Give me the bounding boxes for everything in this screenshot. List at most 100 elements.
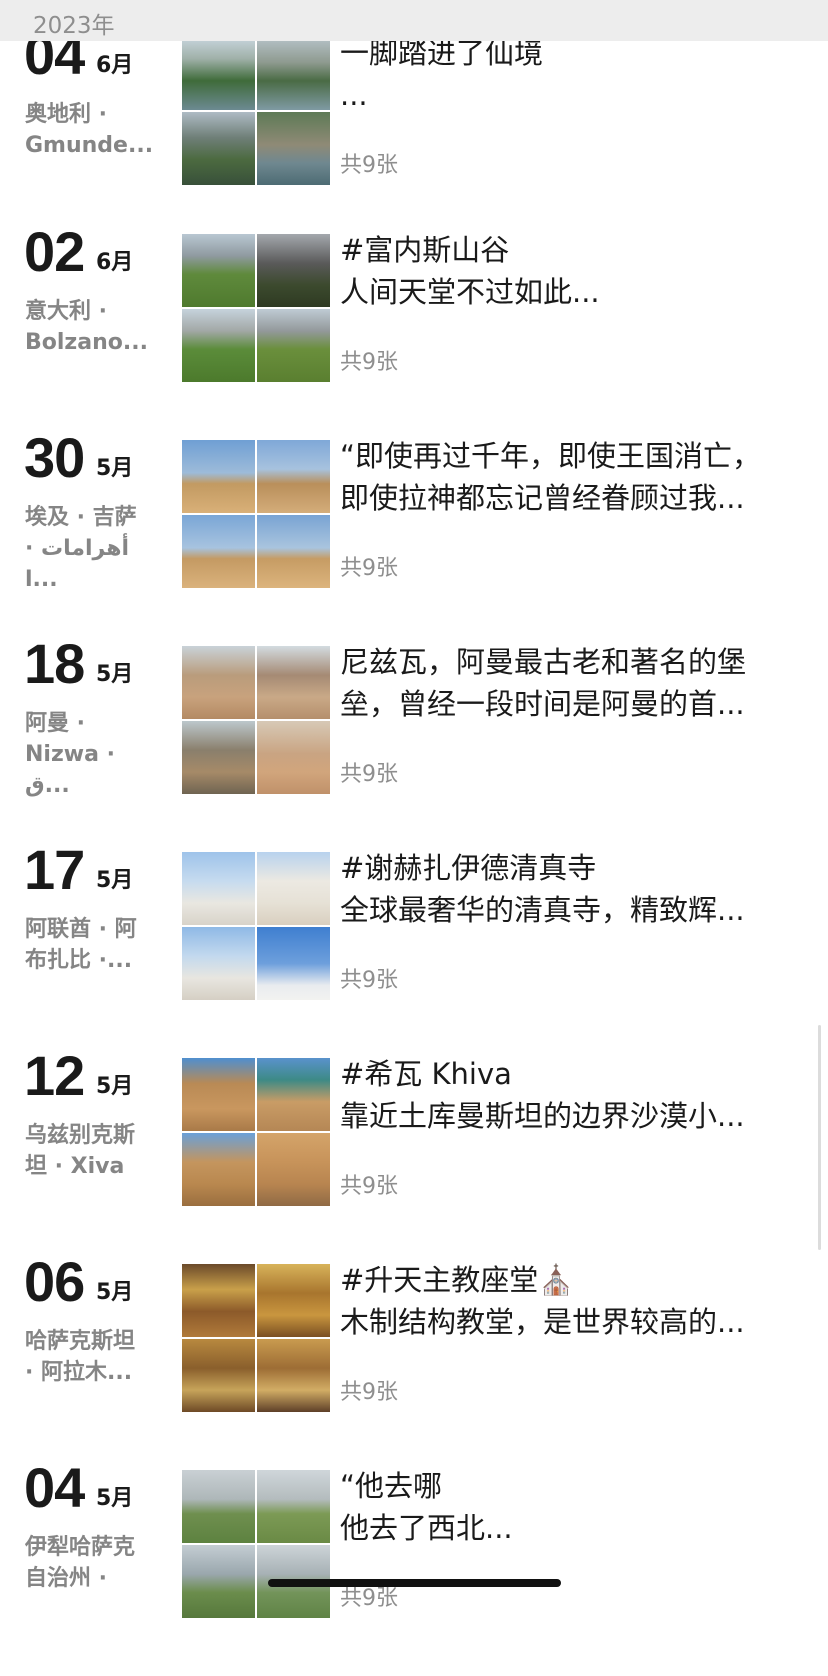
entry-caption[interactable]: #希瓦 Khiva 靠近土库曼斯坦的边界沙漠小...: [340, 1053, 800, 1137]
entry-caption[interactable]: #谢赫扎伊德清真寺 全球最奢华的清真寺，精致辉...: [340, 847, 800, 931]
caption-line: 靠近土库曼斯坦的边界沙漠小...: [340, 1099, 745, 1133]
entry-month: 5月: [96, 868, 134, 893]
photo-thumbnail[interactable]: [257, 234, 330, 307]
photo-thumbnail[interactable]: [257, 927, 330, 1000]
photo-thumbnail[interactable]: [182, 721, 255, 794]
photo-thumbnail[interactable]: [182, 234, 255, 307]
entry-month: 6月: [96, 53, 134, 78]
photo-thumbnail[interactable]: [257, 646, 330, 719]
home-indicator[interactable]: [268, 1579, 561, 1587]
photo-thumbnail[interactable]: [182, 1133, 255, 1206]
photo-thumbnail[interactable]: [182, 1470, 255, 1543]
photo-thumbnail[interactable]: [257, 1339, 330, 1412]
caption-line: 全球最奢华的清真寺，精致辉...: [340, 893, 745, 927]
entry-location: 乌兹别克斯 坦 · Xiva: [25, 1123, 136, 1179]
photo-thumbnail[interactable]: [257, 1470, 330, 1543]
entry-caption[interactable]: 一脚踏进了仙境 ...: [340, 32, 800, 116]
photo-count: 共9张: [340, 350, 398, 375]
photo-thumbnail[interactable]: [182, 852, 255, 925]
photo-grid[interactable]: [182, 852, 332, 1002]
caption-line: 尼兹瓦，阿曼最古老和著名的堡: [340, 645, 747, 679]
entry-day: 02: [24, 220, 85, 283]
photo-grid[interactable]: [182, 234, 332, 384]
photo-thumbnail[interactable]: [182, 927, 255, 1000]
moment-entry[interactable]: 12 5月 乌兹别克斯 坦 · Xiva #希瓦 Khiva 靠近土库曼斯坦的边…: [0, 1048, 828, 1264]
photo-thumbnail[interactable]: [182, 646, 255, 719]
caption-line: “即使再过千年，即使王国消亡，: [340, 439, 762, 473]
entry-day: 17: [24, 838, 85, 901]
photo-count: 共9张: [340, 1380, 398, 1405]
caption-line: #富内斯山谷: [340, 233, 510, 267]
entry-caption[interactable]: 尼兹瓦，阿曼最古老和著名的堡 垒，曾经一段时间是阿曼的首...: [340, 641, 800, 725]
entry-day: 12: [24, 1044, 85, 1107]
moment-entry[interactable]: 06 5月 哈萨克斯坦 · 阿拉木... #升天主教座堂⛪ 木制结构教堂，是世界…: [0, 1254, 828, 1470]
entry-location: 伊犁哈萨克 自治州 ·: [25, 1535, 136, 1591]
entry-caption[interactable]: “他去哪 他去了西北...: [340, 1465, 800, 1549]
entry-caption[interactable]: “即使再过千年，即使王国消亡， 即使拉神都忘记曾经眷顾过我...: [340, 435, 800, 519]
caption-line: 他去了西北...: [340, 1511, 513, 1545]
caption-line: #升天主教座堂⛪: [340, 1263, 575, 1297]
photo-thumbnail[interactable]: [257, 1133, 330, 1206]
entry-location: 哈萨克斯坦 · 阿拉木...: [25, 1329, 136, 1385]
photo-count: 共9张: [340, 556, 398, 581]
entry-caption[interactable]: #升天主教座堂⛪ 木制结构教堂，是世界较高的...: [340, 1259, 800, 1343]
photo-thumbnail[interactable]: [257, 112, 330, 185]
photo-thumbnail[interactable]: [257, 37, 330, 110]
entry-month: 5月: [96, 1280, 134, 1305]
caption-line: #希瓦 Khiva: [340, 1057, 512, 1091]
photo-thumbnail[interactable]: [182, 440, 255, 513]
photo-grid[interactable]: [182, 1058, 332, 1208]
photo-thumbnail[interactable]: [257, 440, 330, 513]
caption-line: #谢赫扎伊德清真寺: [340, 851, 597, 885]
photo-grid[interactable]: [182, 1264, 332, 1414]
photo-thumbnail[interactable]: [182, 1339, 255, 1412]
photo-grid[interactable]: [182, 646, 332, 796]
moment-entry[interactable]: 04 5月 伊犁哈萨克 自治州 · “他去哪 他去了西北... 共9张: [0, 1460, 828, 1676]
photo-thumbnail[interactable]: [182, 1058, 255, 1131]
photo-thumbnail[interactable]: [257, 1264, 330, 1337]
caption-line: 木制结构教堂，是世界较高的...: [340, 1305, 745, 1339]
moment-entry[interactable]: 04 6月 奥地利 · Gmunde... 一脚踏进了仙境 ... 共9张: [0, 27, 828, 243]
moment-entry[interactable]: 17 5月 阿联酋 · 阿 布扎比 ·... #谢赫扎伊德清真寺 全球最奢华的清…: [0, 842, 828, 1058]
photo-thumbnail[interactable]: [182, 515, 255, 588]
caption-line: “他去哪: [340, 1469, 443, 1503]
entry-month: 5月: [96, 1486, 134, 1511]
year-header: 2023年: [0, 0, 828, 41]
photo-grid[interactable]: [182, 37, 332, 187]
entry-location: 阿曼 · Nizwa · ق...: [25, 711, 115, 798]
photo-thumbnail[interactable]: [257, 721, 330, 794]
entry-month: 6月: [96, 250, 134, 275]
photo-thumbnail[interactable]: [257, 1058, 330, 1131]
photo-count: 共9张: [340, 762, 398, 787]
entry-caption[interactable]: #富内斯山谷 人间天堂不过如此...: [340, 229, 800, 313]
entry-location: 阿联酋 · 阿 布扎比 ·...: [25, 917, 137, 973]
moment-entry[interactable]: 18 5月 阿曼 · Nizwa · ق... 尼兹瓦，阿曼最古老和著名的堡 垒…: [0, 636, 828, 852]
photo-thumbnail[interactable]: [182, 112, 255, 185]
entry-month: 5月: [96, 1074, 134, 1099]
entry-month: 5月: [96, 456, 134, 481]
photo-thumbnail[interactable]: [257, 515, 330, 588]
photo-thumbnail[interactable]: [257, 309, 330, 382]
caption-line: ...: [340, 78, 368, 112]
photo-thumbnail[interactable]: [182, 1545, 255, 1618]
entry-location: 意大利 · Bolzano...: [25, 299, 148, 355]
photo-grid[interactable]: [182, 1470, 332, 1620]
caption-line: 垒，曾经一段时间是阿曼的首...: [340, 687, 745, 721]
caption-line: 人间天堂不过如此...: [340, 275, 600, 309]
photo-count: 共9张: [340, 968, 398, 993]
entry-location: 埃及 · 吉萨 · أهرامات ا...: [25, 505, 137, 592]
moment-entry[interactable]: 02 6月 意大利 · Bolzano... #富内斯山谷 人间天堂不过如此..…: [0, 224, 828, 440]
moment-entry[interactable]: 30 5月 埃及 · 吉萨 · أهرامات ا... “即使再过千年，即使王…: [0, 430, 828, 646]
entry-day: 18: [24, 632, 85, 695]
photo-count: 共9张: [340, 153, 398, 178]
entry-day: 30: [24, 426, 85, 489]
photo-thumbnail[interactable]: [182, 1264, 255, 1337]
scroll-indicator[interactable]: [818, 1025, 821, 1250]
caption-line: 即使拉神都忘记曾经眷顾过我...: [340, 481, 745, 515]
photo-thumbnail[interactable]: [182, 309, 255, 382]
year-label: 2023年: [33, 13, 115, 39]
entry-month: 5月: [96, 662, 134, 687]
photo-thumbnail[interactable]: [182, 37, 255, 110]
photo-grid[interactable]: [182, 440, 332, 590]
photo-thumbnail[interactable]: [257, 852, 330, 925]
